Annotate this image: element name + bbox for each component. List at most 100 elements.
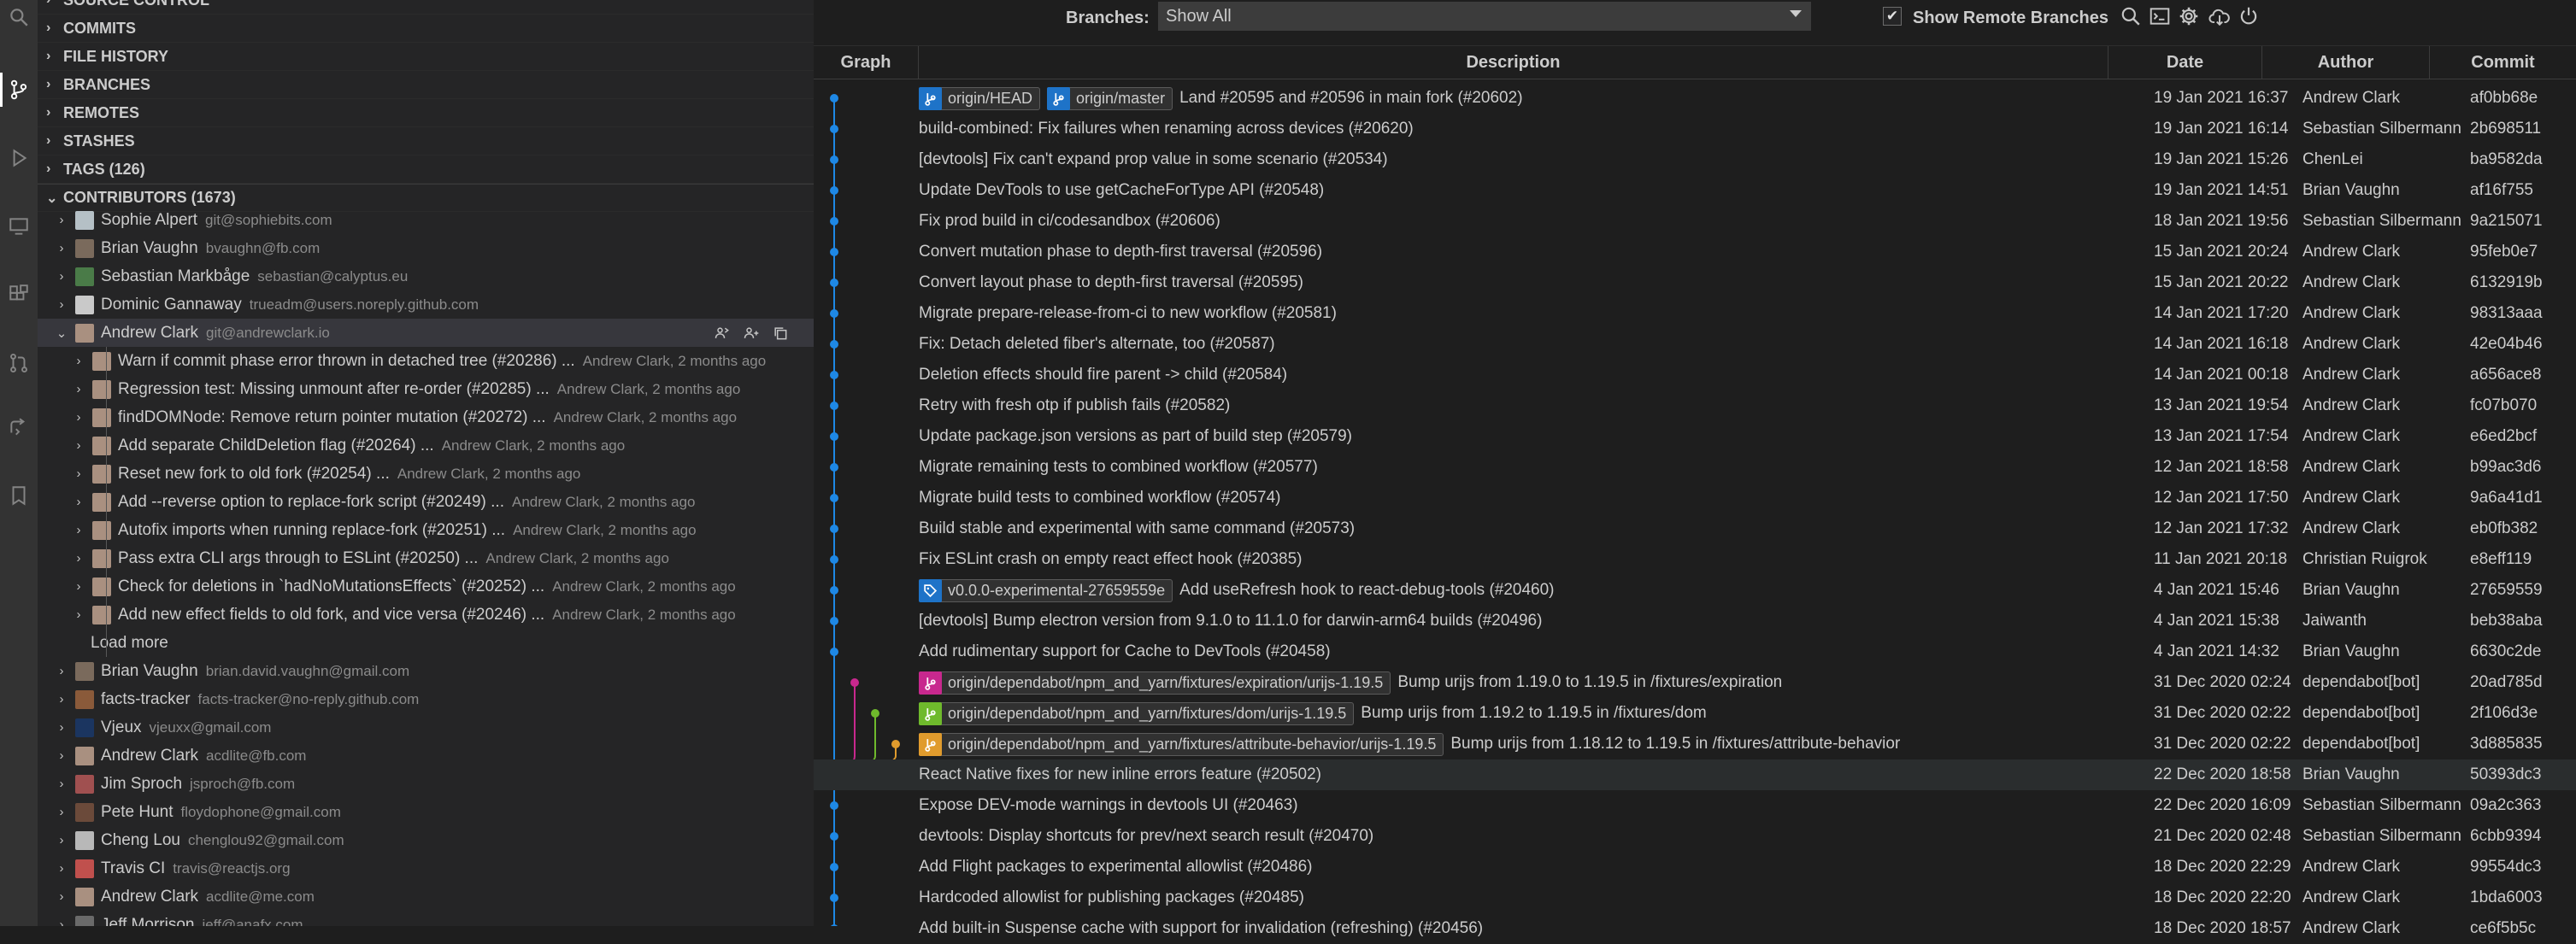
branch-label[interactable]: origin/dependabot/npm_and_yarn/fixtures/… [919, 701, 1355, 725]
chevron-right-icon[interactable]: › [70, 410, 87, 425]
contributor-commit-row[interactable]: › Warn if commit phase error thrown in de… [38, 347, 814, 375]
chevron-right-icon[interactable]: › [53, 889, 70, 904]
cloud-download-icon[interactable] [2207, 3, 2232, 29]
commit-row[interactable]: Deletion effects should fire parent -> c… [814, 360, 2576, 390]
chevron-right-icon[interactable]: › [70, 382, 87, 396]
column-header-commit[interactable]: Commit [2430, 46, 2576, 79]
contributor-commit-row[interactable]: › Reset new fork to old fork (#20254) ...… [38, 460, 814, 488]
commit-row[interactable]: Fix: Detach deleted fiber's alternate, t… [814, 329, 2576, 360]
commit-row[interactable]: Hardcoded allowlist for publishing packa… [814, 882, 2576, 913]
chevron-right-icon[interactable]: › [53, 861, 70, 876]
commit-row[interactable]: Convert layout phase to depth-first trav… [814, 267, 2576, 298]
chevron-right-icon[interactable]: › [70, 523, 87, 537]
contributor-row[interactable]: › facts-tracker facts-tracker@no-reply.git… [38, 685, 814, 713]
show-remote-branches-checkbox[interactable]: ✔ [1883, 7, 1902, 26]
column-header-graph[interactable]: Graph [814, 46, 919, 79]
contributor-row[interactable]: › Brian Vaughn brian.david.vaughn@gmail.co… [38, 657, 814, 685]
co-author-icon[interactable] [713, 324, 732, 343]
contributor-row[interactable]: › Sebastian Markbåge sebastian@calyptus.eu [38, 262, 814, 290]
commit-row[interactable]: Build stable and experimental with same … [814, 513, 2576, 544]
column-header-description[interactable]: Description [919, 46, 2108, 79]
column-header-author[interactable]: Author [2262, 46, 2430, 79]
commit-row[interactable]: Retry with fresh otp if publish fails (#… [814, 390, 2576, 421]
show-remote-branches-label[interactable]: Show Remote Branches [1913, 9, 2108, 28]
branch-label[interactable]: origin/dependabot/npm_and_yarn/fixtures/… [919, 671, 1391, 695]
contributor-row[interactable]: › Travis CI travis@reactjs.org [38, 854, 814, 882]
refresh-icon[interactable] [2236, 3, 2261, 29]
commit-row[interactable]: build-combined: Fix failures when renami… [814, 114, 2576, 144]
source-control-icon[interactable] [0, 73, 38, 107]
pull-request-icon[interactable] [0, 346, 38, 380]
contributor-commit-row[interactable]: › Check for deletions in `hadNoMutationsE… [38, 572, 814, 601]
section-header-tags[interactable]: › TAGS (126) [38, 155, 814, 184]
contributor-commit-row[interactable]: › Add separate ChildDeletion flag (#20264… [38, 431, 814, 460]
column-header-date[interactable]: Date [2108, 46, 2262, 79]
contributor-commit-row[interactable]: › Add --reverse option to replace-fork sc… [38, 488, 814, 516]
gear-icon[interactable] [2176, 3, 2202, 29]
contributor-row[interactable]: › Pete Hunt floydophone@gmail.com [38, 798, 814, 826]
commit-row[interactable]: origin/HEAD origin/master Land #20595 and … [814, 83, 2576, 114]
bookmark-icon[interactable] [0, 478, 38, 513]
contributor-row[interactable]: › Dominic Gannaway trueadm@users.noreply.g… [38, 290, 814, 319]
terminal-icon[interactable] [2147, 3, 2173, 29]
commit-row[interactable]: origin/dependabot/npm_and_yarn/fixtures/… [814, 667, 2576, 698]
contributor-row[interactable]: › Cheng Lou chenglou92@gmail.com [38, 826, 814, 854]
contributor-row[interactable]: › Brian Vaughn bvaughn@fb.com [38, 234, 814, 262]
commit-row[interactable]: origin/dependabot/npm_and_yarn/fixtures/… [814, 698, 2576, 729]
chevron-right-icon[interactable]: › [70, 607, 87, 622]
commit-row[interactable]: Migrate remaining tests to combined work… [814, 452, 2576, 483]
extensions-icon[interactable] [0, 278, 38, 312]
chevron-right-icon[interactable]: › [53, 777, 70, 791]
copy-icon[interactable] [771, 324, 790, 343]
commit-row[interactable]: React Native fixes for new inline errors… [814, 759, 2576, 790]
search-icon[interactable] [2118, 3, 2144, 29]
chevron-right-icon[interactable]: › [70, 495, 87, 509]
chevron-right-icon[interactable]: › [53, 833, 70, 847]
contributor-commit-row[interactable]: › Autofix imports when running replace-fo… [38, 516, 814, 544]
branches-dropdown[interactable]: Show All [1158, 2, 1811, 31]
commit-row[interactable]: Add Flight packages to experimental allo… [814, 852, 2576, 882]
run-debug-icon[interactable] [0, 141, 38, 175]
remote-explorer-icon[interactable] [0, 209, 38, 243]
contributor-row[interactable]: › Andrew Clark acdlite@me.com [38, 882, 814, 911]
commit-row[interactable]: v0.0.0-experimental-27659559e Add useRefr… [814, 575, 2576, 606]
contributor-row[interactable]: › Jeff Morrison jeff@anafx.com [38, 911, 814, 926]
chevron-right-icon[interactable]: › [53, 918, 70, 926]
commit-row[interactable]: Update package.json versions as part of … [814, 421, 2576, 452]
chevron-right-icon[interactable]: › [70, 466, 87, 481]
contributor-commit-row[interactable]: › Regression test: Missing unmount after … [38, 375, 814, 403]
commit-row[interactable]: Update DevTools to use getCacheForType A… [814, 175, 2576, 206]
commit-row[interactable]: [devtools] Fix can't expand prop value i… [814, 144, 2576, 175]
chevron-right-icon[interactable]: › [70, 551, 87, 566]
chevron-right-icon[interactable]: › [53, 664, 70, 678]
chevron-right-icon[interactable]: › [53, 805, 70, 819]
contributor-row[interactable]: › Jim Sproch jsproch@fb.com [38, 770, 814, 798]
chevron-right-icon[interactable]: › [53, 692, 70, 707]
section-header-stashes[interactable]: › STASHES [38, 127, 814, 155]
live-share-icon[interactable] [0, 410, 38, 444]
commit-row[interactable]: [devtools] Bump electron version from 9.… [814, 606, 2576, 636]
commit-row[interactable]: Add built-in Suspense cache with support… [814, 913, 2576, 944]
load-more-link[interactable]: Load more [38, 629, 814, 657]
commit-row[interactable]: Convert mutation phase to depth-first tr… [814, 237, 2576, 267]
commit-row[interactable]: devtools: Display shortcuts for prev/nex… [814, 821, 2576, 852]
chevron-right-icon[interactable]: › [70, 579, 87, 594]
section-header-remotes[interactable]: › REMOTES [38, 99, 814, 127]
chevron-right-icon[interactable]: › [53, 269, 70, 284]
add-user-icon[interactable] [742, 324, 761, 343]
section-header-source[interactable]: ›SOURCE CONTROL [38, 0, 814, 15]
commit-row[interactable]: Add rudimentary support for Cache to Dev… [814, 636, 2576, 667]
chevron-right-icon[interactable]: › [53, 297, 70, 312]
contributor-commit-row[interactable]: › Pass extra CLI args through to ESLint (… [38, 544, 814, 572]
chevron-right-icon[interactable]: › [70, 354, 87, 368]
contributor-commit-row[interactable]: › Add new effect fields to old fork, and … [38, 601, 814, 629]
chevron-right-icon[interactable]: › [53, 720, 70, 735]
chevron-right-icon[interactable]: › [53, 241, 70, 255]
chevron-right-icon[interactable]: › [53, 748, 70, 763]
commit-row[interactable]: Fix ESLint crash on empty react effect h… [814, 544, 2576, 575]
section-header-commits[interactable]: › COMMITS [38, 15, 814, 43]
branch-label[interactable]: origin/HEAD [919, 86, 1041, 110]
section-header-branches[interactable]: › BRANCHES [38, 71, 814, 99]
chevron-right-icon[interactable]: › [70, 438, 87, 453]
contributor-row[interactable]: › Sophie Alpert git@sophiebits.com [38, 206, 814, 234]
